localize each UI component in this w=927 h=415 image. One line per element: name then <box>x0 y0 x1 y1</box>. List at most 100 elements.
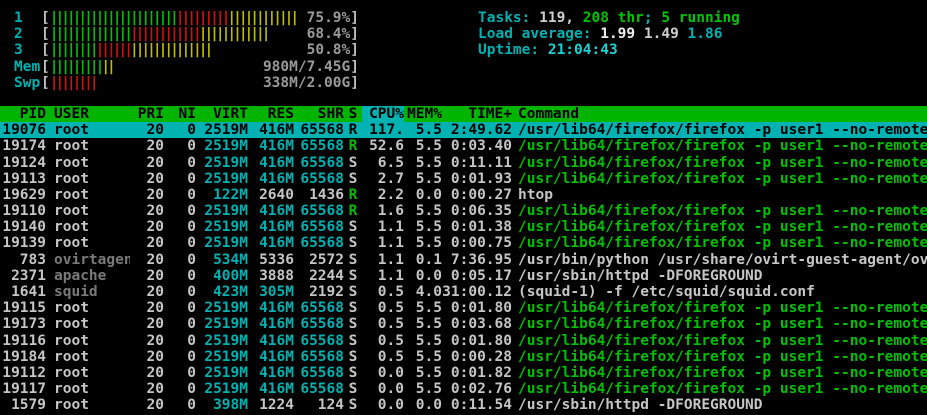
cell-shr: 65568 <box>294 316 344 332</box>
table-row[interactable]: 19116root2002519M416M65568S0.55.50:01.80… <box>0 333 927 349</box>
cell-s: S <box>344 349 362 365</box>
column-header-shr[interactable]: SHR <box>294 106 344 122</box>
cell-pid: 19173 <box>0 316 46 332</box>
cell-ni: 0 <box>164 381 196 397</box>
cell-shr: 2244 <box>294 268 344 284</box>
cell-res: 416M <box>248 203 294 219</box>
cell-command: /usr/lib64/firefox/firefox -p user1 --no… <box>512 171 927 187</box>
tasks-summary: Tasks: 119, 208 thr; 5 running <box>478 10 740 26</box>
column-header-state[interactable]: S <box>344 106 362 122</box>
cell-pid: 783 <box>0 252 46 268</box>
cell-time: 0:11.54 <box>442 397 512 413</box>
table-row-selected[interactable]: 19076root2002519M416M65568R117.5.52:49.6… <box>0 122 927 138</box>
load-average-text: 1.86 <box>688 26 723 42</box>
cell-mem: 5.5 <box>404 381 442 397</box>
table-row[interactable]: 19124root2002519M416M65568S6.55.50:11.11… <box>0 155 927 171</box>
cell-user: root <box>46 138 130 154</box>
table-row[interactable]: 19173root2002519M416M65568S0.55.50:03.68… <box>0 316 927 332</box>
cell-res: 416M <box>248 138 294 154</box>
cell-pid: 19117 <box>0 381 46 397</box>
cell-s: R <box>344 187 362 203</box>
cell-res: 2640 <box>248 187 294 203</box>
column-header-command[interactable]: Command <box>512 106 927 122</box>
table-row[interactable]: 19112root2002519M416M65568S0.05.50:01.82… <box>0 365 927 381</box>
column-header-mem[interactable]: MEM% <box>404 106 442 122</box>
cell-command: /usr/lib64/firefox/firefox -p user1 --no… <box>512 333 927 349</box>
cell-command: /usr/lib64/firefox/firefox -p user1 --no… <box>512 365 927 381</box>
cell-cpu: 0.5 <box>362 284 404 300</box>
meter-segment: |||||| <box>96 42 130 58</box>
cell-s: S <box>344 381 362 397</box>
column-header-ni[interactable]: NI <box>164 106 196 122</box>
cell-virt: 2519M <box>196 235 248 251</box>
cell-virt: 2519M <box>196 349 248 365</box>
meters-panel: 1[||||||||||||||||||||||||||||||||||||||… <box>14 10 359 91</box>
cell-pid: 19174 <box>0 138 46 154</box>
cell-pri: 20 <box>130 155 164 171</box>
uptime-text: Uptime: <box>478 42 548 58</box>
table-row[interactable]: 19629root200122M26401436R2.20.00:00.27ht… <box>0 187 927 203</box>
cell-virt: 2519M <box>196 333 248 349</box>
meter-label: 1 <box>14 10 41 26</box>
table-row[interactable]: 19117root2002519M416M65568S0.05.50:02.76… <box>0 381 927 397</box>
cell-ni: 0 <box>164 187 196 203</box>
meter-value: 50.8% <box>303 42 351 58</box>
table-row[interactable]: 19139root2002519M416M65568S1.15.50:00.75… <box>0 235 927 251</box>
tasks-summary-text: 5 running <box>661 10 740 26</box>
cell-mem: 5.5 <box>404 333 442 349</box>
table-row[interactable]: 783ovirtagen200534M53362572S1.10.17:36.9… <box>0 252 927 268</box>
cell-time: 0:06.35 <box>442 203 512 219</box>
table-header-row: PID USER PRI NI VIRT RES SHR S CPU% MEM%… <box>0 106 927 122</box>
cell-cpu: 1.1 <box>362 268 404 284</box>
table-row[interactable]: 19110root2002519M416M65568R1.65.50:06.35… <box>0 203 927 219</box>
cell-cpu: 1.6 <box>362 203 404 219</box>
column-header-virt[interactable]: VIRT <box>196 106 248 122</box>
meter-bar: ||||||||||||||||||||||||||||||||||||||||… <box>50 10 296 26</box>
cell-mem: 0.1 <box>404 252 442 268</box>
cell-pri: 20 <box>130 349 164 365</box>
cell-ni: 0 <box>164 138 196 154</box>
table-row[interactable]: 19113root2002519M416M65568S2.75.50:01.93… <box>0 171 927 187</box>
cell-command: /usr/lib64/firefox/firefox -p user1 --no… <box>512 381 927 397</box>
cell-s: S <box>344 316 362 332</box>
column-header-cpu-sort[interactable]: CPU% <box>362 106 404 122</box>
uptime: Uptime: 21:04:43 <box>478 42 740 58</box>
cell-s: S <box>344 397 362 413</box>
cell-pri: 20 <box>130 252 164 268</box>
meter-close-bracket: ] <box>350 26 359 42</box>
table-row[interactable]: 19115root2002519M416M65568S0.55.50:01.80… <box>0 300 927 316</box>
cell-s: R <box>344 203 362 219</box>
table-row[interactable]: 19140root2002519M416M65568S1.15.50:01.38… <box>0 219 927 235</box>
cell-res: 416M <box>248 316 294 332</box>
cell-pid: 19110 <box>0 203 46 219</box>
load-average-text: 1.49 <box>644 26 688 42</box>
table-row[interactable]: 1579root200398M1224124S0.00.00:11.54/usr… <box>0 397 927 413</box>
cell-command: /usr/lib64/firefox/firefox -p user1 --no… <box>512 155 927 171</box>
cell-cpu: 0.5 <box>362 333 404 349</box>
table-row[interactable]: 2371apache200400M38882244S1.10.00:05.17/… <box>0 268 927 284</box>
table-row[interactable]: 1641squid200423M305M2192S0.54.031:00.12(… <box>0 284 927 300</box>
system-info-panel: Tasks: 119, 208 thr; 5 runningLoad avera… <box>478 10 740 91</box>
column-header-res[interactable]: RES <box>248 106 294 122</box>
meter-segment: ||||||||| <box>176 10 228 26</box>
cell-pri: 20 <box>130 300 164 316</box>
cell-time: 0:03.40 <box>442 138 512 154</box>
cell-user: ovirtagen <box>46 252 130 268</box>
column-header-user[interactable]: USER <box>46 106 130 122</box>
column-header-time[interactable]: TIME+ <box>442 106 512 122</box>
cell-res: 416M <box>248 300 294 316</box>
column-header-pid[interactable]: PID <box>0 106 46 122</box>
cell-pid: 2371 <box>0 268 46 284</box>
table-row[interactable]: 19184root2002519M416M65568S0.55.50:00.28… <box>0 349 927 365</box>
cell-virt: 534M <box>196 252 248 268</box>
cell-mem: 5.5 <box>404 138 442 154</box>
cell-mem: 5.5 <box>404 122 442 138</box>
table-row[interactable]: 19174root2002519M416M65568R52.65.50:03.4… <box>0 138 927 154</box>
cell-pri: 20 <box>130 381 164 397</box>
cell-cpu: 0.5 <box>362 349 404 365</box>
cell-time: 31:00.12 <box>442 284 512 300</box>
cell-virt: 2519M <box>196 219 248 235</box>
uptime-text: 21:04:43 <box>548 42 618 58</box>
column-header-pri[interactable]: PRI <box>130 106 164 122</box>
cell-res: 305M <box>248 284 294 300</box>
